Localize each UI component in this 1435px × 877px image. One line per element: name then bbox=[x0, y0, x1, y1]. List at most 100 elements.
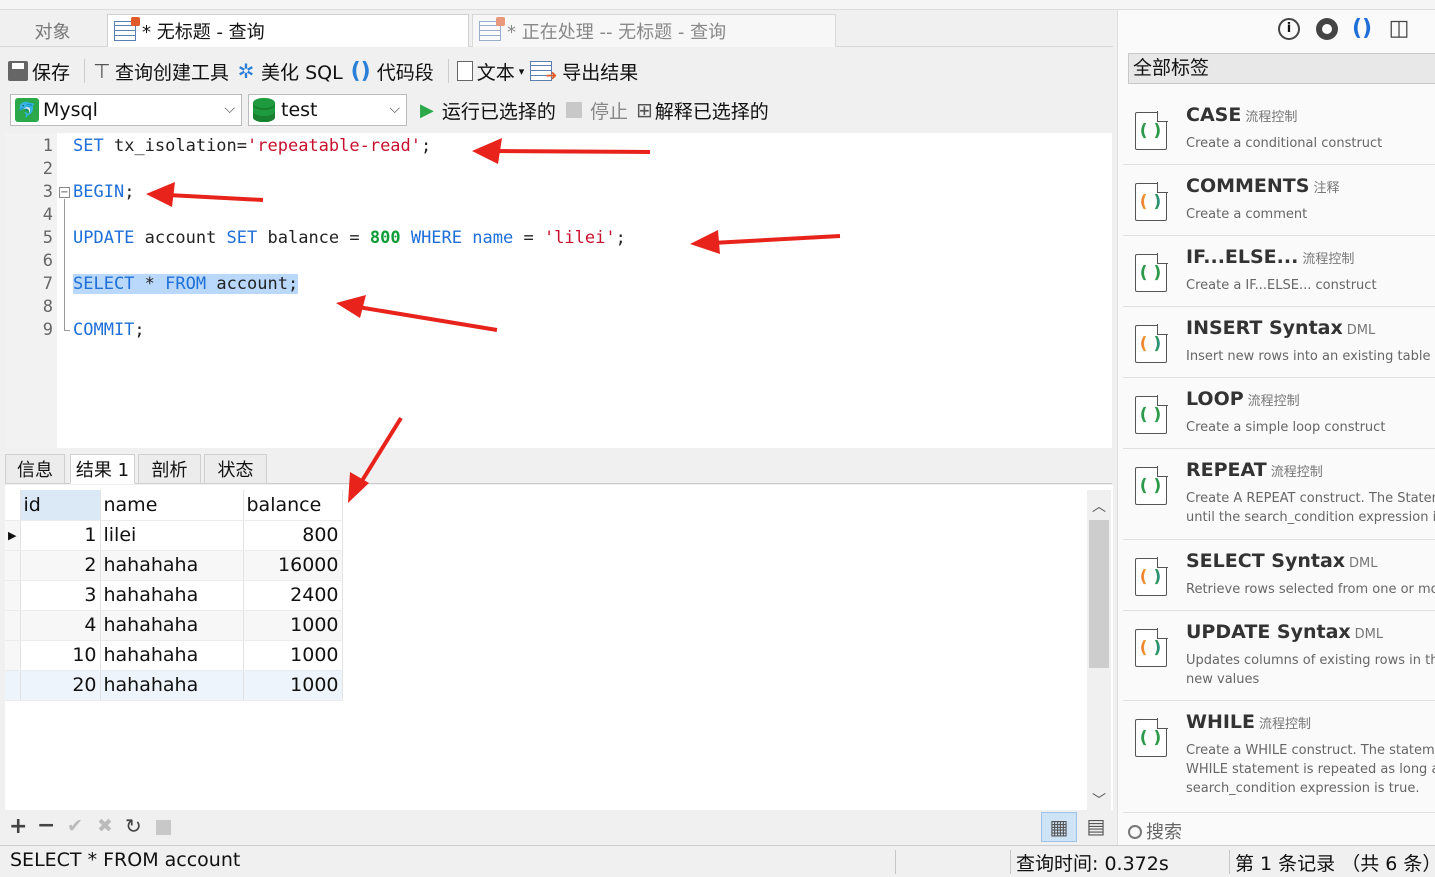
beautify-sql-button[interactable]: ✲ 美化 SQL bbox=[235, 56, 343, 86]
cell-id[interactable]: 2 bbox=[20, 550, 101, 581]
preview-eye-icon[interactable] bbox=[1316, 18, 1338, 40]
snippet-desc-line: new values bbox=[1186, 672, 1260, 687]
apply-check-icon[interactable]: ✔ bbox=[67, 815, 83, 837]
save-button[interactable]: 保存 bbox=[8, 56, 70, 86]
tab-processing[interactable]: * 正在处理 -- 无标题 - 查询 bbox=[472, 14, 836, 47]
grid-control-bar: + − ✔ ✖ ↻ ▦ ▤ bbox=[5, 812, 1113, 844]
tab-info[interactable]: 信息 bbox=[5, 454, 65, 484]
export-results-button[interactable]: ➜ 导出结果 bbox=[530, 56, 638, 86]
scrollbar-thumb[interactable] bbox=[1089, 520, 1109, 668]
tab-profile-label: 剖析 bbox=[151, 460, 188, 481]
table-header-row: id name balance bbox=[5, 490, 343, 521]
tab-objects[interactable]: 对象 bbox=[0, 14, 105, 47]
text-mode-button[interactable]: 文本 ▾ bbox=[456, 56, 524, 86]
snippet-item[interactable]: ( ) WHILE 流程控制 Create a WHILE construct. … bbox=[1123, 701, 1435, 813]
cell-balance[interactable]: 1000 bbox=[243, 640, 343, 671]
status-divider bbox=[1229, 850, 1230, 874]
column-header-id[interactable]: id bbox=[20, 490, 101, 521]
line-number-gutter: 1 2 3 4 5 6 7 8 9 bbox=[5, 133, 57, 448]
snippet-desc-line: Create A REPEAT construct. The Stateme bbox=[1186, 491, 1435, 506]
tag-filter[interactable]: 全部标签 bbox=[1128, 53, 1435, 84]
cell-name[interactable]: hahahaha bbox=[100, 640, 244, 671]
layout-panel-icon[interactable]: ◫ bbox=[1388, 18, 1410, 40]
snippet-doc-icon: ( ) bbox=[1135, 182, 1168, 221]
explain-selected-button[interactable]: ⊞ 解释已选择的 bbox=[636, 95, 769, 125]
snippet-item[interactable]: ( ) SELECT Syntax DML Retrieve rows selec… bbox=[1123, 540, 1435, 611]
table-row[interactable]: 2 hahahaha 16000 bbox=[5, 550, 343, 581]
snippet-button[interactable]: () 代码段 bbox=[349, 56, 434, 86]
stop-icon[interactable] bbox=[156, 820, 171, 835]
column-header-name[interactable]: name bbox=[100, 490, 244, 521]
tab-objects-label: 对象 bbox=[34, 21, 71, 43]
snippet-desc-line: until the search_condition expression is… bbox=[1186, 510, 1435, 525]
run-selected-button[interactable]: ▶ 运行已选择的 bbox=[420, 95, 556, 125]
snippet-item[interactable]: ( ) REPEAT 流程控制 Create A REPEAT construct… bbox=[1123, 449, 1435, 540]
cell-name[interactable]: hahahaha bbox=[100, 580, 244, 611]
database-value: test bbox=[281, 99, 318, 121]
tab-status[interactable]: 状态 bbox=[204, 454, 267, 484]
cell-id[interactable]: 1 bbox=[20, 520, 101, 551]
result-grid[interactable]: id name balance ▶ 1 lilei 800 2 hahahaha… bbox=[5, 485, 1113, 810]
search-placeholder: 搜索 bbox=[1146, 822, 1182, 843]
table-row[interactable]: 4 hahahaha 1000 bbox=[5, 610, 343, 641]
cell-name[interactable]: hahahaha bbox=[100, 670, 244, 701]
snippet-description: Updates columns of existing rows in the n… bbox=[1186, 651, 1435, 689]
query-builder-button[interactable]: ⊤ 查询创建工具 bbox=[93, 56, 229, 86]
delete-row-icon[interactable]: − bbox=[37, 813, 55, 838]
snippet-doc-icon: ( ) bbox=[1135, 718, 1168, 757]
explain-selected-label: 解释已选择的 bbox=[654, 100, 769, 123]
scroll-down-icon[interactable]: ﹀ bbox=[1087, 790, 1111, 810]
snippet-title: CASE 流程控制 bbox=[1186, 104, 1297, 126]
cell-id[interactable]: 10 bbox=[20, 640, 101, 671]
tab-profile[interactable]: 剖析 bbox=[138, 454, 201, 484]
cell-name[interactable]: hahahaha bbox=[100, 610, 244, 641]
snippet-item[interactable]: ( ) IF...ELSE... 流程控制 Create a IF...ELSE.… bbox=[1123, 236, 1435, 307]
connection-select[interactable]: 🐬 Mysql ⌵ bbox=[10, 94, 242, 126]
snippet-item[interactable]: ( ) CASE 流程控制 Create a conditional constr… bbox=[1123, 94, 1435, 165]
snippet-item[interactable]: ( ) UPDATE Syntax DML Updates columns of … bbox=[1123, 611, 1435, 701]
snippet-item[interactable]: ( ) COMMENTS 注释 Create a comment bbox=[1123, 165, 1435, 236]
cell-name[interactable]: lilei bbox=[100, 520, 244, 551]
panel-icon-bar: i () ◫ bbox=[1118, 10, 1435, 50]
snippet-item[interactable]: ( ) LOOP 流程控制 Create a simple loop constr… bbox=[1123, 378, 1435, 449]
tab-result-1[interactable]: 结果 1 bbox=[70, 454, 135, 484]
database-select[interactable]: test ⌵ bbox=[248, 94, 407, 126]
snippet-doc-icon: ( ) bbox=[1135, 395, 1168, 434]
add-row-icon[interactable]: + bbox=[9, 814, 27, 839]
info-icon[interactable]: i bbox=[1278, 18, 1300, 40]
row-indicator bbox=[5, 670, 21, 701]
table-row[interactable]: 10 hahahaha 1000 bbox=[5, 640, 343, 671]
column-header-balance[interactable]: balance bbox=[243, 490, 343, 521]
snippet-name: IF...ELSE... bbox=[1186, 246, 1299, 268]
table-row[interactable]: 20 hahahaha 1000 bbox=[5, 670, 343, 701]
table-row[interactable]: 3 hahahaha 2400 bbox=[5, 580, 343, 611]
cell-id[interactable]: 3 bbox=[20, 580, 101, 611]
snippet-description: Create a conditional construct bbox=[1186, 134, 1435, 153]
cell-balance[interactable]: 800 bbox=[243, 520, 343, 551]
snippet-item[interactable]: ( ) INSERT Syntax DML Insert new rows int… bbox=[1123, 307, 1435, 378]
cell-balance[interactable]: 1000 bbox=[243, 610, 343, 641]
snippet-braces-icon[interactable]: () bbox=[1351, 18, 1373, 40]
stop-button[interactable]: 停止 bbox=[566, 95, 628, 125]
menu-bar bbox=[0, 0, 1435, 10]
grid-view-icon[interactable]: ▦ bbox=[1041, 812, 1077, 842]
sql-editor[interactable]: 1 2 3 4 5 6 7 8 9 − SET tx_isolation='re… bbox=[5, 133, 1112, 448]
snippet-desc-line: search_condition expression is true. bbox=[1186, 781, 1420, 796]
cell-balance[interactable]: 16000 bbox=[243, 550, 343, 581]
snippet-description: Insert new rows into an existing table bbox=[1186, 347, 1435, 366]
fold-toggle-icon[interactable]: − bbox=[59, 187, 70, 198]
scroll-up-icon[interactable]: ︿ bbox=[1087, 496, 1111, 516]
vertical-scrollbar[interactable]: ︿ ﹀ bbox=[1087, 490, 1111, 810]
refresh-icon[interactable]: ↻ bbox=[125, 814, 142, 838]
tab-query[interactable]: * 无标题 - 查询 bbox=[107, 14, 469, 47]
discard-x-icon[interactable]: ✖ bbox=[97, 815, 113, 837]
cell-id[interactable]: 4 bbox=[20, 610, 101, 641]
snippet-search[interactable]: 搜索 bbox=[1128, 818, 1435, 845]
cell-id[interactable]: 20 bbox=[20, 670, 101, 701]
snippet-desc-line: Create a WHILE construct. The statemen bbox=[1186, 743, 1435, 758]
cell-balance[interactable]: 1000 bbox=[243, 670, 343, 701]
cell-name[interactable]: hahahaha bbox=[100, 550, 244, 581]
form-view-icon[interactable]: ▤ bbox=[1081, 812, 1111, 842]
table-row[interactable]: ▶ 1 lilei 800 bbox=[5, 520, 343, 551]
cell-balance[interactable]: 2400 bbox=[243, 580, 343, 611]
